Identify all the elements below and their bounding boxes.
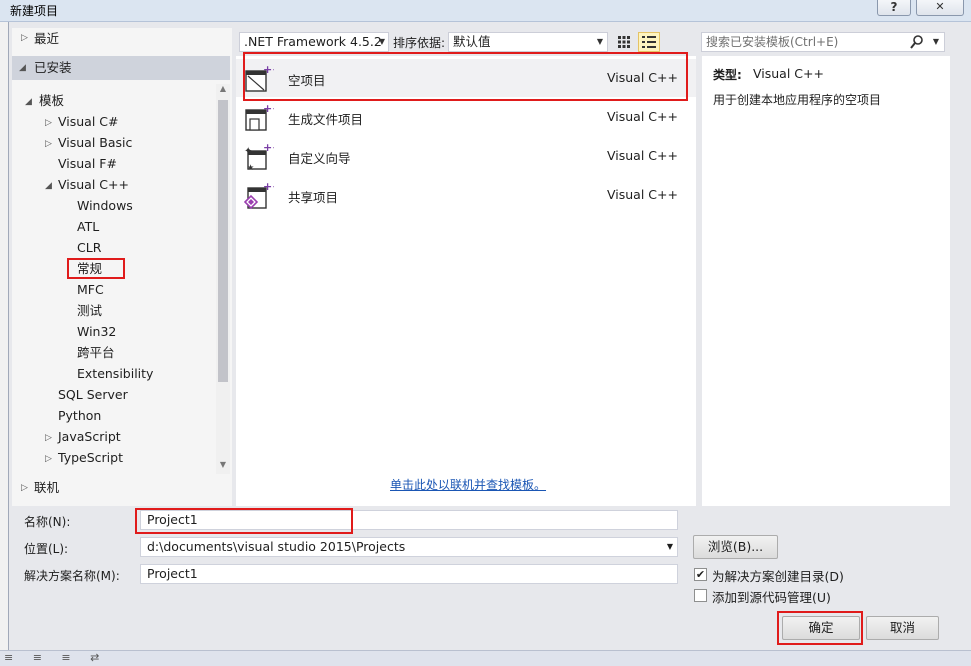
tree-section-recent[interactable]: ▷ 最近 [12,28,230,50]
tree-item[interactable]: Visual F# [58,154,117,174]
highlight-empty-project [243,52,688,101]
expand-arrow-icon: ▷ [21,33,28,43]
tree-item[interactable]: Extensibility [77,364,153,384]
checkmark-icon: ✔ [695,568,706,581]
sort-label: 排序依据: [393,36,446,50]
window-title: 新建项目 [10,4,59,18]
svg-text:++: ++ [263,103,274,115]
template-item[interactable]: ++ 共享项目 Visual C++ [236,176,696,214]
sort-select[interactable]: 默认值 ▼ [448,32,608,52]
custom-wizard-icon: ✦ ★ ++ [244,142,274,172]
shared-project-icon: ++ [244,181,274,210]
template-name: 生成文件项目 [288,112,364,127]
tree-section-label: 最近 [34,31,60,46]
help-button[interactable]: ? [877,0,911,16]
tree-item[interactable]: Python [58,406,101,426]
title-bar [0,0,971,22]
tree-section-label: 已安装 [34,60,72,75]
collapse-arrow-icon[interactable]: ◢ [45,181,52,191]
toolbar-icons: ≡ ≡ ≡ ⇄ [4,651,108,664]
location-combobox[interactable]: d:\documents\visual studio 2015\Projects… [140,537,678,557]
online-templates-link[interactable]: 单击此处以联机并查找模板。 [390,476,546,493]
template-item[interactable]: ✦ ★ ++ 自定义向导 Visual C++ [236,137,696,175]
highlight-project-name [135,508,353,534]
search-placeholder: 搜索已安装模板(Ctrl+E) [706,35,839,49]
background-window-edge [0,22,8,666]
tree-item[interactable]: Visual C++ [58,175,129,195]
description-type-label: 类型: [713,68,742,82]
expand-arrow-icon[interactable]: ▷ [45,118,52,128]
create-directory-label: 为解决方案创建目录(D) [712,569,844,584]
template-language: Visual C++ [607,187,678,202]
description-text: 用于创建本地应用程序的空项目 [713,93,882,107]
framework-select[interactable]: .NET Framework 4.5.2 ▼ [239,32,389,52]
tree-item[interactable]: Visual Basic [58,133,132,153]
template-search-input[interactable]: 搜索已安装模板(Ctrl+E) ▼ [701,32,945,52]
browse-button[interactable]: 浏览(B)... [693,535,778,559]
location-value: d:\documents\visual studio 2015\Projects [147,539,406,554]
template-language: Visual C++ [607,148,678,163]
highlight-ok-button [777,611,863,645]
name-label: 名称(N): [24,515,71,529]
tree-section-label: 联机 [34,480,60,495]
svg-text:★: ★ [247,163,254,172]
description-panel [702,56,950,506]
search-icon[interactable] [910,34,924,55]
tree-item[interactable]: Visual C# [58,112,119,132]
tree-item-templates[interactable]: 模板 [39,91,64,111]
tree-section-online[interactable]: ▷ 联机 [12,477,230,499]
solution-name-input[interactable]: Project1 [140,564,678,584]
dropdown-arrow-icon: ▼ [596,37,603,46]
collapse-arrow-icon: ◢ [19,63,26,73]
tree-section-installed[interactable]: ◢ 已安装 [12,56,230,80]
svg-text:++: ++ [263,142,274,154]
tree-item[interactable]: ATL [77,217,99,237]
close-button[interactable]: ✕ [916,0,964,16]
expand-arrow-icon[interactable]: ▷ [45,454,52,464]
search-options-arrow-icon[interactable]: ▼ [933,33,939,51]
template-name: 自定义向导 [288,151,351,166]
create-directory-checkbox[interactable]: ✔ [694,568,707,581]
tree-items: ◢ 模板 ▷ Visual C# ▷ Visual Basic Visual F# ◢ Vi… [12,90,216,476]
list-view-icon[interactable] [638,32,660,52]
tree-item[interactable]: 跨平台 [77,343,115,363]
highlight-general [67,258,125,279]
collapse-arrow-icon: ◢ [25,97,32,107]
framework-value: .NET Framework 4.5.2 [244,34,382,49]
solution-name-label: 解决方案名称(M): [24,569,120,583]
scroll-down-icon[interactable]: ▼ [216,460,230,472]
svg-text:✦: ✦ [244,146,252,157]
svg-text:++: ++ [263,181,274,193]
dropdown-arrow-icon: ▼ [378,37,385,46]
expand-arrow-icon: ▷ [21,483,28,493]
makefile-project-icon: ++ [245,103,274,131]
template-name: 共享项目 [288,190,339,205]
tree-item[interactable]: JavaScript [58,427,121,447]
template-item[interactable]: ++ 生成文件项目 Visual C++ [236,98,696,136]
source-control-label: 添加到源代码管理(U) [712,590,831,605]
background-taskbar-edge [0,650,971,666]
tree-item[interactable]: Windows [77,196,133,216]
expand-arrow-icon[interactable]: ▷ [45,139,52,149]
tree-item[interactable]: TypeScript [58,448,123,468]
tree-item[interactable]: Win32 [77,322,116,342]
source-control-checkbox[interactable] [694,589,707,602]
dropdown-arrow-icon[interactable]: ▼ [667,538,673,556]
tree-item[interactable]: MFC [77,280,104,300]
scroll-up-icon[interactable]: ▲ [216,84,230,96]
grid-view-icon[interactable] [614,32,634,52]
tree-item[interactable]: 测试 [77,301,102,321]
location-label: 位置(L): [24,542,69,556]
template-language: Visual C++ [607,109,678,124]
expand-arrow-icon[interactable]: ▷ [45,433,52,443]
tree-item[interactable]: SQL Server [58,385,128,405]
tree-item[interactable]: CLR [77,238,101,258]
sort-value: 默认值 [453,34,491,49]
scrollbar-thumb[interactable] [218,100,228,382]
cancel-button[interactable]: 取消 [866,616,939,640]
description-type-value: Visual C++ [753,66,824,81]
